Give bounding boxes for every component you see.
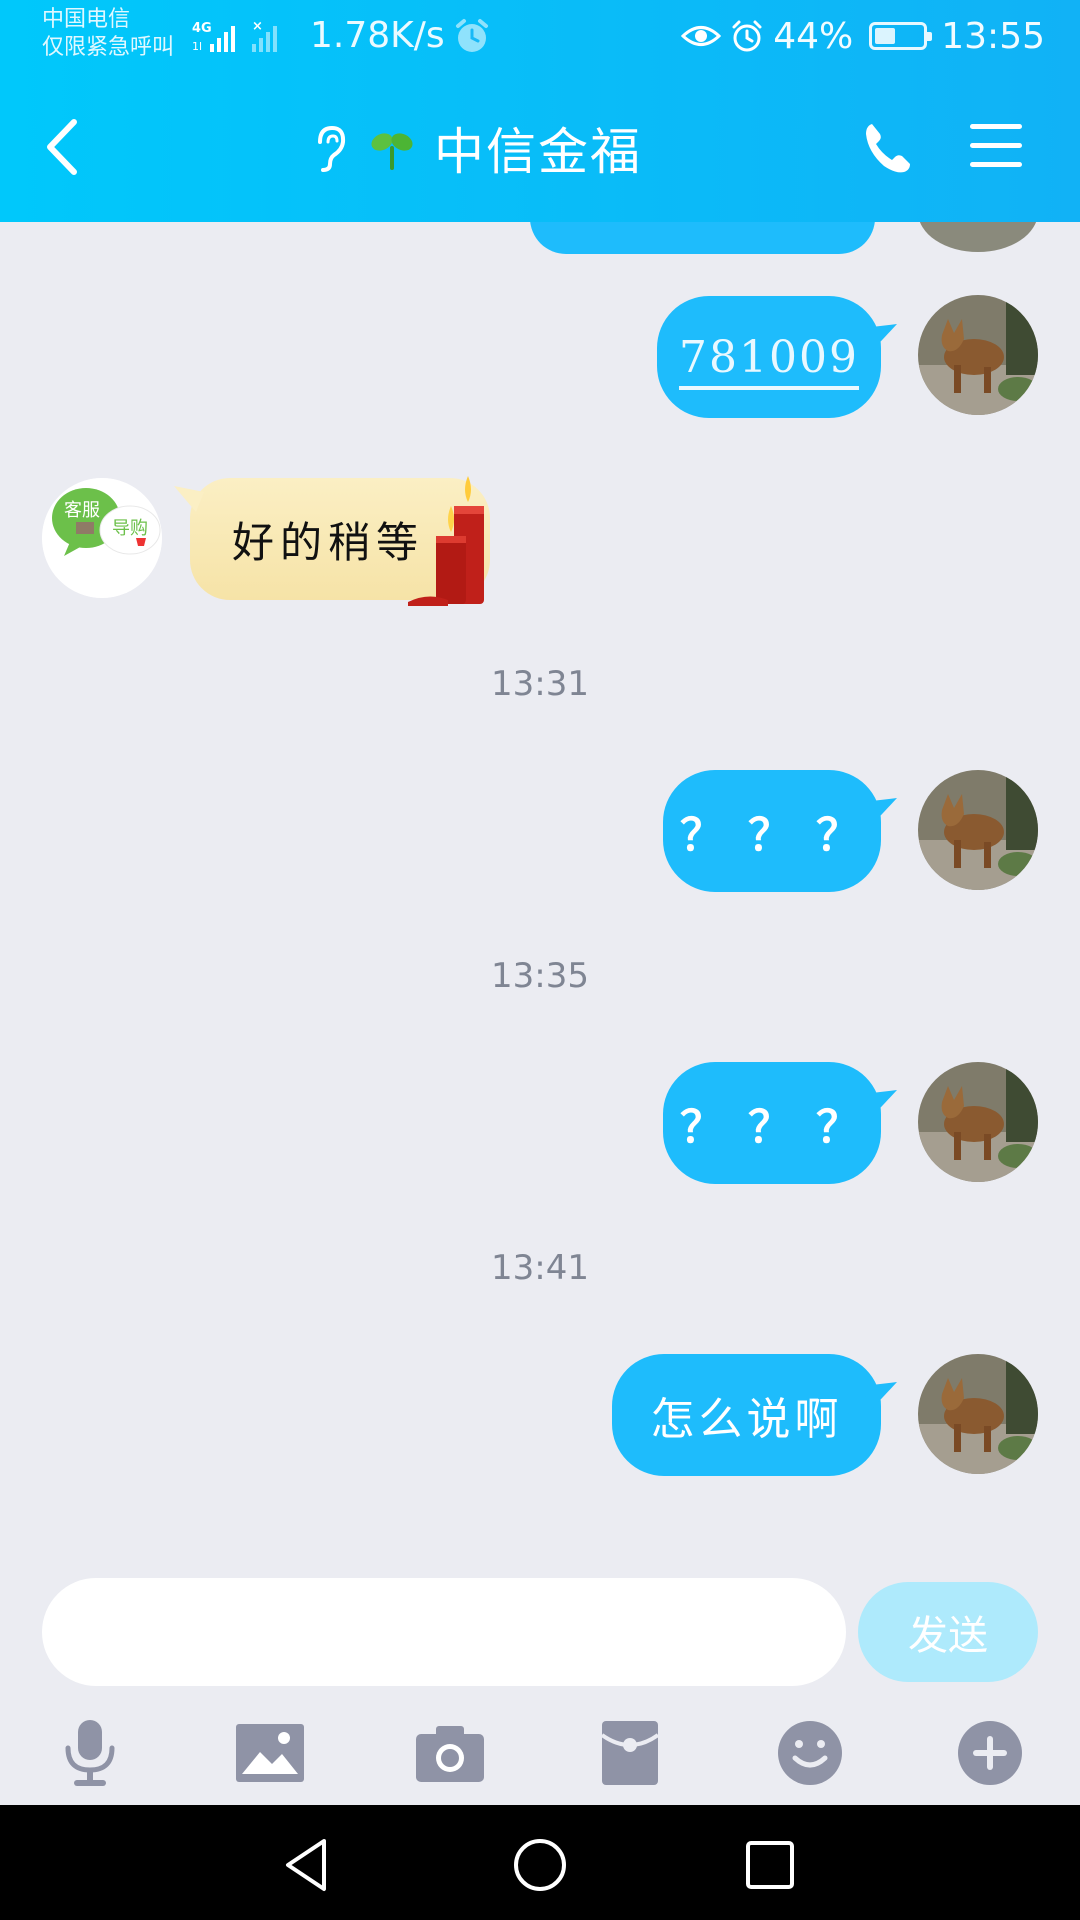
status-right: 44% 13:55 (681, 14, 1045, 58)
send-button[interactable]: 发送 (858, 1582, 1038, 1682)
battery-percent: 44% (773, 15, 854, 57)
logo-text-2: 导购 (112, 518, 148, 539)
incoming-message-text: 好的稍等 (232, 517, 425, 567)
svg-text:4G: 4G (192, 21, 212, 36)
sprout-icon (371, 133, 413, 170)
composer: 发送 (0, 1555, 1080, 1805)
message-text: ？？？ (680, 1102, 884, 1153)
avatar[interactable] (918, 222, 1038, 252)
outgoing-message-bubble[interactable]: ？？？ (663, 1062, 897, 1184)
bubble-tail (863, 1090, 897, 1120)
page-title: 中信金福 (434, 123, 642, 181)
back-icon[interactable] (38, 112, 88, 182)
camera-icon (416, 1726, 484, 1782)
network-speed: 1.78K/s (310, 15, 445, 56)
message-link-text[interactable]: 781009 (679, 332, 859, 383)
carrier-status: 仅限紧急呼叫 (42, 35, 175, 60)
timestamp: 13:35 (491, 956, 589, 996)
timestamp: 13:31 (491, 664, 589, 704)
customer-service-logo: 客服 导购 (42, 478, 162, 598)
candle-decoration-icon (408, 476, 484, 606)
image-icon (236, 1724, 304, 1782)
composer-toolbar (0, 1705, 1080, 1805)
bubble-tail (174, 486, 204, 512)
timestamp: 13:41 (491, 1248, 589, 1288)
emoji-icon (778, 1721, 842, 1785)
previous-message-bubble[interactable] (530, 222, 875, 254)
red-packet-button[interactable] (590, 1713, 670, 1793)
menu-icon[interactable] (968, 120, 1024, 172)
chat-header: 中国电信 仅限紧急呼叫 4G 1l × 1.78K/s 44% 13:55 中信… (0, 0, 1080, 222)
svg-text:×: × (252, 19, 263, 34)
dog-photo (918, 1062, 1038, 1182)
eye-comfort-icon (681, 26, 722, 46)
dog-photo (918, 1354, 1038, 1474)
microphone-icon (65, 1720, 115, 1786)
my-avatar[interactable] (918, 295, 1038, 415)
my-avatar[interactable] (918, 1354, 1038, 1474)
bubble-tail (863, 798, 897, 828)
red-packet-icon (602, 1721, 658, 1785)
photo-button[interactable] (230, 1713, 310, 1793)
battery-icon (869, 22, 933, 50)
system-nav-bar (0, 1805, 1080, 1920)
plus-icon (958, 1721, 1022, 1785)
camera-button[interactable] (410, 1713, 490, 1793)
nav-recents-icon[interactable] (738, 1833, 802, 1897)
dog-photo (918, 295, 1038, 415)
dog-photo (918, 770, 1038, 890)
title-area[interactable]: 中信金福 (310, 112, 642, 184)
carrier-info: 中国电信 仅限紧急呼叫 (42, 6, 174, 62)
clock-time: 13:55 (941, 15, 1045, 57)
voice-button[interactable] (50, 1713, 130, 1793)
message-text: 怎么说啊 (650, 1394, 843, 1445)
alarm-icon (732, 20, 762, 52)
service-avatar[interactable]: 客服 导购 (42, 478, 162, 598)
bubble-tail (863, 1382, 897, 1412)
message-input[interactable] (42, 1578, 846, 1686)
more-button[interactable] (950, 1713, 1030, 1793)
ear-icon[interactable] (310, 122, 350, 174)
alarm-clock-icon (456, 19, 488, 52)
phone-icon[interactable] (858, 118, 918, 178)
carrier-name: 中国电信 (42, 7, 131, 32)
outgoing-message-bubble[interactable]: 怎么说啊 (612, 1354, 897, 1476)
outgoing-message-bubble[interactable]: ？？？ (663, 770, 897, 892)
message-text: ？？？ (680, 810, 884, 861)
logo-text-1: 客服 (64, 500, 100, 521)
signal-4g-icon: 4G 1l × (192, 19, 277, 53)
emoji-button[interactable] (770, 1713, 850, 1793)
my-avatar[interactable] (918, 1062, 1038, 1182)
battery-level (875, 28, 896, 44)
nav-home-icon[interactable] (508, 1833, 572, 1897)
svg-text:1l: 1l (192, 40, 202, 53)
status-bar: 中国电信 仅限紧急呼叫 4G 1l × 1.78K/s 44% 13:55 (0, 0, 1080, 80)
outgoing-message-bubble[interactable]: 781009 (657, 296, 897, 418)
bubble-tail (863, 324, 897, 354)
my-avatar[interactable] (918, 770, 1038, 890)
nav-back-icon[interactable] (276, 1833, 340, 1897)
message-list[interactable]: 781009 客服 导购 好的稍等 13:31 ？？？ 13:35 ？？？ 13… (0, 222, 1080, 1555)
